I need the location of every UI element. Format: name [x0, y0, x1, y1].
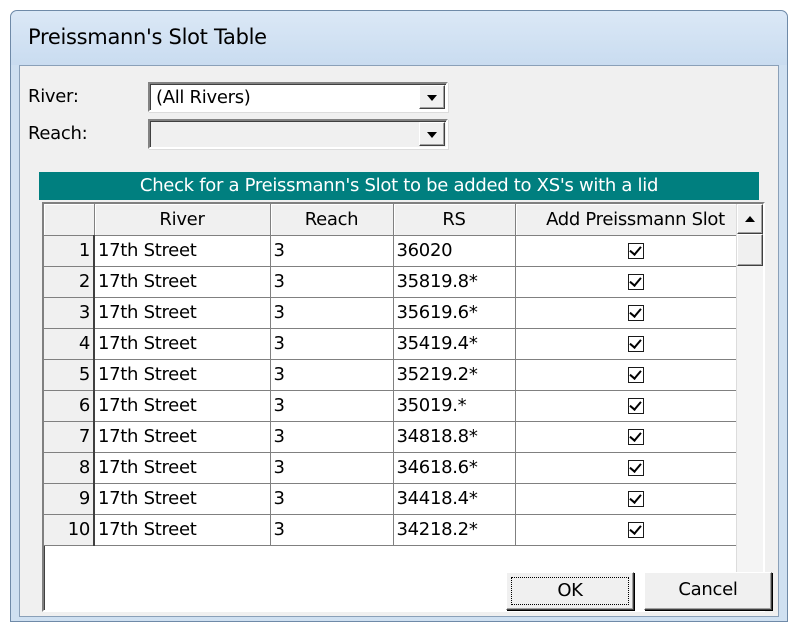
cell-river[interactable]: 17th Street — [94, 452, 271, 484]
column-header-rownum — [44, 204, 95, 236]
table-header-row: River Reach RS Add Preissmann Slot — [44, 204, 757, 236]
table-row: 1 17th Street 3 36020 — [44, 235, 757, 267]
slot-table-grid: River Reach RS Add Preissmann Slot 1 17th… — [44, 204, 757, 546]
column-header-add-slot[interactable]: Add Preissmann Slot — [515, 204, 757, 236]
cell-rs[interactable]: 35619.6* — [393, 297, 516, 329]
scrollbar-thumb[interactable] — [737, 234, 763, 266]
row-number[interactable]: 8 — [44, 452, 95, 484]
cell-add-slot — [515, 483, 757, 515]
river-label: River: — [28, 86, 79, 107]
cell-river[interactable]: 17th Street — [94, 328, 271, 360]
cell-add-slot — [515, 421, 757, 453]
cell-rs[interactable]: 36020 — [393, 235, 516, 267]
cell-reach[interactable]: 3 — [270, 390, 394, 422]
cell-reach[interactable]: 3 — [270, 483, 394, 515]
row-number[interactable]: 9 — [44, 483, 95, 515]
row-number[interactable]: 2 — [44, 266, 95, 298]
cell-reach[interactable]: 3 — [270, 452, 394, 484]
cell-add-slot — [515, 328, 757, 360]
checkbox-checked-icon[interactable] — [627, 243, 644, 259]
row-number[interactable]: 1 — [44, 235, 95, 267]
checkbox-checked-icon[interactable] — [627, 367, 644, 383]
cell-add-slot — [515, 235, 757, 267]
table-row: 2 17th Street 3 35819.8* — [44, 266, 757, 298]
table-row: 3 17th Street 3 35619.6* — [44, 297, 757, 329]
cell-river[interactable]: 17th Street — [94, 235, 271, 267]
dialog-window: Preissmann's Slot Table River: (All Rive… — [10, 10, 788, 622]
checkbox-checked-icon[interactable] — [627, 336, 644, 352]
row-number[interactable]: 4 — [44, 328, 95, 360]
table-row: 5 17th Street 3 35219.2* — [44, 359, 757, 391]
column-header-rs[interactable]: RS — [393, 204, 516, 236]
cell-rs[interactable]: 34618.6* — [393, 452, 516, 484]
cell-add-slot — [515, 452, 757, 484]
river-select-value: (All Rivers) — [156, 87, 251, 108]
cell-reach[interactable]: 3 — [270, 328, 394, 360]
table-row: 6 17th Street 3 35019.* — [44, 390, 757, 422]
title-bar[interactable]: Preissmann's Slot Table — [11, 11, 787, 65]
row-number[interactable]: 3 — [44, 297, 95, 329]
checkbox-checked-icon[interactable] — [627, 429, 644, 445]
cell-river[interactable]: 17th Street — [94, 390, 271, 422]
chevron-down-icon[interactable] — [419, 85, 445, 109]
table-row: 8 17th Street 3 34618.6* — [44, 452, 757, 484]
column-header-reach[interactable]: Reach — [270, 204, 394, 236]
cell-add-slot — [515, 359, 757, 391]
checkbox-checked-icon[interactable] — [627, 274, 644, 290]
cell-rs[interactable]: 35819.8* — [393, 266, 516, 298]
cell-add-slot — [515, 390, 757, 422]
window-title: Preissmann's Slot Table — [28, 25, 267, 49]
ok-button[interactable]: OK — [506, 572, 634, 610]
slot-table: River Reach RS Add Preissmann Slot 1 17th… — [42, 202, 765, 612]
table-row: 9 17th Street 3 34418.4* — [44, 483, 757, 515]
vertical-scrollbar[interactable] — [736, 204, 763, 610]
cell-river[interactable]: 17th Street — [94, 514, 271, 546]
cell-reach[interactable]: 3 — [270, 421, 394, 453]
cell-reach[interactable]: 3 — [270, 514, 394, 546]
cell-reach[interactable]: 3 — [270, 235, 394, 267]
table-row: 7 17th Street 3 34818.8* — [44, 421, 757, 453]
cell-river[interactable]: 17th Street — [94, 297, 271, 329]
cell-rs[interactable]: 35019.* — [393, 390, 516, 422]
arrow-up-icon[interactable] — [737, 204, 763, 234]
row-number[interactable]: 7 — [44, 421, 95, 453]
cancel-button[interactable]: Cancel — [644, 572, 772, 610]
cell-rs[interactable]: 35419.4* — [393, 328, 516, 360]
reach-select[interactable] — [148, 119, 448, 149]
column-header-river[interactable]: River — [94, 204, 271, 236]
cell-reach[interactable]: 3 — [270, 297, 394, 329]
cell-rs[interactable]: 34818.8* — [393, 421, 516, 453]
checkbox-checked-icon[interactable] — [627, 398, 644, 414]
cell-rs[interactable]: 35219.2* — [393, 359, 516, 391]
river-select[interactable]: (All Rivers) — [148, 82, 448, 112]
cell-add-slot — [515, 514, 757, 546]
checkbox-checked-icon[interactable] — [627, 305, 644, 321]
row-number[interactable]: 10 — [44, 514, 95, 546]
row-number[interactable]: 5 — [44, 359, 95, 391]
instruction-banner: Check for a Preissmann's Slot to be adde… — [39, 172, 759, 200]
row-number[interactable]: 6 — [44, 390, 95, 422]
ok-button-label: OK — [511, 577, 629, 605]
table-row: 4 17th Street 3 35419.4* — [44, 328, 757, 360]
cell-reach[interactable]: 3 — [270, 266, 394, 298]
dialog-body: River: (All Rivers) Reach: Check for a P… — [19, 65, 779, 617]
cell-reach[interactable]: 3 — [270, 359, 394, 391]
cell-rs[interactable]: 34218.2* — [393, 514, 516, 546]
checkbox-checked-icon[interactable] — [627, 460, 644, 476]
cell-river[interactable]: 17th Street — [94, 266, 271, 298]
chevron-down-icon[interactable] — [419, 122, 445, 146]
checkbox-checked-icon[interactable] — [627, 491, 644, 507]
checkbox-checked-icon[interactable] — [627, 522, 644, 538]
cell-add-slot — [515, 297, 757, 329]
cell-rs[interactable]: 34418.4* — [393, 483, 516, 515]
cell-river[interactable]: 17th Street — [94, 421, 271, 453]
cell-river[interactable]: 17th Street — [94, 483, 271, 515]
cell-add-slot — [515, 266, 757, 298]
table-row: 10 17th Street 3 34218.2* — [44, 514, 757, 546]
reach-label: Reach: — [28, 123, 88, 144]
cell-river[interactable]: 17th Street — [94, 359, 271, 391]
